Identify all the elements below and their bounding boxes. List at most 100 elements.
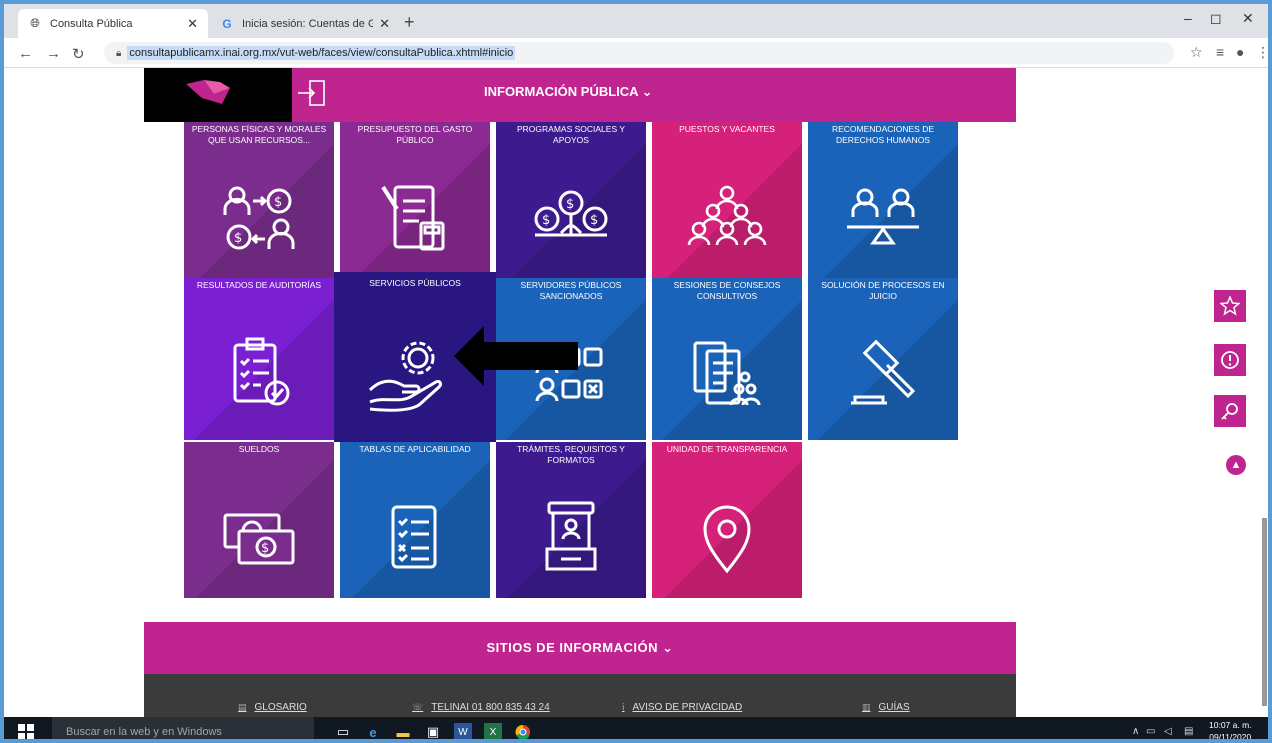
tile-derechos-humanos[interactable]: RECOMENDACIONES DE DERECHOS HUMANOS bbox=[808, 122, 958, 284]
alert-circle-icon bbox=[1221, 351, 1239, 369]
tile-puestos-vacantes[interactable]: PUESTOS Y VACANTES bbox=[652, 122, 802, 284]
tile-title: PUESTOS Y VACANTES bbox=[679, 124, 775, 134]
gavel-icon bbox=[851, 339, 916, 405]
tray-expand-icon[interactable]: ∧ bbox=[1132, 726, 1139, 737]
star-badge-button[interactable] bbox=[1214, 290, 1246, 322]
close-tab-icon[interactable]: ✕ bbox=[379, 16, 390, 32]
documents-people-icon bbox=[693, 341, 761, 406]
tile-title: SERVICIOS PÚBLICOS bbox=[369, 278, 461, 288]
location-pin-icon bbox=[703, 505, 751, 574]
informacion-publica-menu[interactable]: INFORMACIÓN PÚBLICA ⌄ bbox=[484, 84, 653, 100]
tile-auditorias[interactable]: RESULTADOS DE AUDITORÍAS bbox=[184, 278, 334, 440]
scroll-top-button[interactable]: ▲ bbox=[1226, 455, 1246, 475]
taskbar-search-input[interactable]: Buscar en la web y en Windows bbox=[52, 717, 314, 739]
forward-arrow-icon[interactable]: → bbox=[46, 45, 61, 62]
reload-icon[interactable]: ↻ bbox=[72, 45, 85, 63]
bookmark-star-icon[interactable]: ☆ bbox=[1190, 44, 1203, 61]
system-clock[interactable]: 10:07 a. m. 09/11/2020 bbox=[1209, 719, 1252, 742]
page-footer: ▤ GLOSARIO ☏ TELINAI 01 800 835 43 24 ⅰ … bbox=[144, 674, 1016, 719]
new-tab-button[interactable]: + bbox=[404, 12, 415, 33]
file-explorer-icon[interactable]: ▬ bbox=[394, 723, 412, 740]
link-label: GLOSARIO bbox=[254, 702, 307, 713]
close-tab-icon[interactable]: ✕ bbox=[187, 16, 198, 32]
profile-icon[interactable]: ● bbox=[1236, 44, 1244, 60]
login-icon[interactable] bbox=[296, 78, 328, 108]
logo-mark-icon bbox=[186, 80, 230, 104]
back-arrow-icon[interactable]: ← bbox=[18, 45, 33, 62]
tile-tramites[interactable]: TRÁMITES, REQUISITOS Y FORMATOS bbox=[496, 442, 646, 598]
sitios-informacion-menu[interactable]: SITIOS DE INFORMACIÓN ⌄ bbox=[144, 622, 1016, 674]
telinai-link[interactable]: ☏ TELINAI 01 800 835 43 24 bbox=[412, 702, 550, 713]
balance-people-icon bbox=[847, 188, 919, 245]
tile-title: PRESUPUESTO DEL GASTO PÚBLICO bbox=[357, 124, 473, 145]
key-icon bbox=[1221, 403, 1238, 420]
excel-icon[interactable]: X bbox=[484, 723, 502, 739]
browser-tab-bar: 🌐︎ Consulta Pública ✕ G Inicia sesión: C… bbox=[4, 4, 1268, 38]
tab-google-login[interactable]: G Inicia sesión: Cuentas de Google ✕ bbox=[210, 9, 400, 38]
word-icon[interactable]: W bbox=[454, 723, 472, 739]
site-logo[interactable] bbox=[144, 68, 292, 122]
windows-taskbar: Buscar en la web y en Windows ▭ e ▬ ▣ W … bbox=[4, 717, 1268, 742]
store-icon[interactable]: ▣ bbox=[424, 723, 442, 739]
tile-title: TABLAS DE APLICABILIDAD bbox=[359, 444, 471, 454]
volume-icon[interactable]: ◁ bbox=[1164, 726, 1172, 737]
svg-text:$: $ bbox=[542, 213, 550, 228]
star-badge-icon bbox=[1220, 296, 1240, 316]
svg-text:$: $ bbox=[274, 195, 282, 210]
svg-text:$: $ bbox=[590, 213, 598, 228]
budget-document-icon bbox=[381, 185, 445, 251]
menu-kebab-icon[interactable]: ⋮ bbox=[1256, 44, 1268, 61]
tab-label: Consulta Pública bbox=[50, 17, 133, 30]
tile-procesos-juicio[interactable]: SOLUCIÓN DE PROCESOS EN JUICIO bbox=[808, 278, 958, 440]
tile-title: UNIDAD DE TRANSPARENCIA bbox=[666, 444, 788, 454]
task-view-icon[interactable]: ▭ bbox=[334, 723, 352, 739]
checklist-icon bbox=[391, 505, 437, 569]
tab-consulta-publica[interactable]: 🌐︎ Consulta Pública ✕ bbox=[18, 9, 208, 38]
tile-title: SERVIDORES PÚBLICOS SANCIONADOS bbox=[520, 280, 622, 301]
edge-browser-icon[interactable]: e bbox=[364, 723, 382, 740]
aviso-privacidad-link[interactable]: ⅰ AVISO DE PRIVACIDAD bbox=[622, 702, 742, 713]
svg-text:$: $ bbox=[261, 541, 269, 556]
tile-programas-sociales[interactable]: PROGRAMAS SOCIALES Y APOYOS $ $ $ bbox=[496, 122, 646, 284]
link-label: AVISO DE PRIVACIDAD bbox=[632, 702, 743, 713]
tile-unidad-transparencia[interactable]: UNIDAD DE TRANSPARENCIA bbox=[652, 442, 802, 598]
address-bar[interactable]: 🔒︎ consultapublicamx.inai.org.mx/vut-web… bbox=[104, 42, 1174, 64]
globe-icon: 🌐︎ bbox=[30, 16, 40, 30]
money-plant-icon: $ $ $ bbox=[534, 190, 608, 237]
reading-list-icon[interactable]: ≡ bbox=[1216, 44, 1224, 60]
url-text[interactable]: consultapublicamx.inai.org.mx/vut-web/fa… bbox=[127, 46, 516, 60]
lock-icon: 🔒︎ bbox=[116, 47, 122, 59]
clipboard-check-icon bbox=[233, 337, 290, 406]
link-label: TELINAI 01 800 835 43 24 bbox=[431, 702, 550, 713]
svg-text:$: $ bbox=[234, 231, 242, 246]
tile-sueldos[interactable]: SUELDOS $ bbox=[184, 442, 334, 598]
maximize-button[interactable]: ◻ bbox=[1210, 10, 1222, 27]
windows-start-icon[interactable] bbox=[18, 724, 34, 740]
tile-title: SUELDOS bbox=[238, 444, 280, 454]
scrollbar[interactable] bbox=[1262, 518, 1267, 706]
guias-link[interactable]: ▥ GUÍAS bbox=[862, 702, 910, 713]
tile-consejos-consultivos[interactable]: SESIONES DE CONSEJOS CONSULTIVOS bbox=[652, 278, 802, 440]
chrome-icon[interactable] bbox=[514, 723, 532, 739]
svg-text:$: $ bbox=[566, 197, 574, 212]
key-button[interactable] bbox=[1214, 395, 1246, 427]
tile-personas-fisicas[interactable]: PERSONAS FÍSICAS Y MORALES QUE USAN RECU… bbox=[184, 122, 334, 284]
link-label: GUÍAS bbox=[878, 702, 910, 713]
google-icon: G bbox=[222, 16, 232, 31]
money-exchange-icon: $ $ bbox=[223, 186, 295, 250]
notifications-icon[interactable]: ▤ bbox=[1184, 726, 1193, 737]
alert-button[interactable] bbox=[1214, 344, 1246, 376]
tab-label: Inicia sesión: Cuentas de Google bbox=[242, 17, 373, 30]
minimize-button[interactable]: – bbox=[1184, 10, 1192, 26]
screen-frame: 🌐︎ Consulta Pública ✕ G Inicia sesión: C… bbox=[0, 0, 1272, 743]
tile-tablas-aplicabilidad[interactable]: TABLAS DE APLICABILIDAD bbox=[340, 442, 490, 598]
phone-icon: ☏ bbox=[412, 702, 424, 712]
tile-presupuesto[interactable]: PRESUPUESTO DEL GASTO PÚBLICO bbox=[340, 122, 490, 284]
clock-date: 09/11/2020 bbox=[1209, 732, 1252, 742]
tile-title: PROGRAMAS SOCIALES Y APOYOS bbox=[516, 124, 625, 145]
glosario-link[interactable]: ▤ GLOSARIO bbox=[238, 702, 307, 713]
network-icon[interactable]: ▭ bbox=[1146, 726, 1155, 737]
close-window-button[interactable]: ✕ bbox=[1242, 10, 1254, 27]
address-toolbar: ← → ↻ 🔒︎ consultapublicamx.inai.org.mx/v… bbox=[4, 38, 1268, 68]
annotation-arrow-icon bbox=[454, 326, 578, 386]
